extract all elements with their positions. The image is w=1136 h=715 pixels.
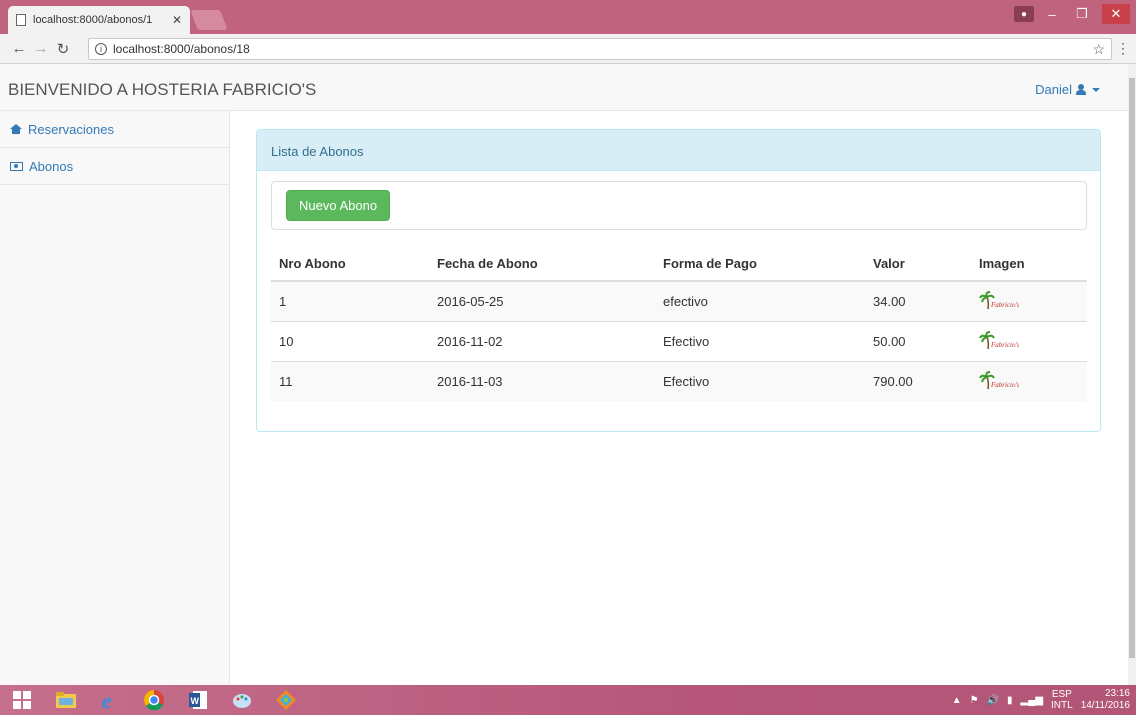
abonos-table: Nro Abono Fecha de Abono Forma de Pago V…: [271, 247, 1087, 401]
clock[interactable]: 23:16 14/11/2016: [1081, 688, 1130, 712]
cell-nro: 10: [271, 320, 429, 361]
page-scrollbar[interactable]: [1128, 64, 1136, 685]
cell-forma: Efectivo: [655, 360, 865, 401]
new-tab-button[interactable]: [190, 10, 228, 30]
abonos-panel: Lista de Abonos Nuevo Abono Nro Abono Fe…: [256, 129, 1101, 432]
cell-nro: 11: [271, 360, 429, 401]
scrollbar-thumb[interactable]: [1129, 78, 1135, 658]
cell-valor: 50.00: [865, 320, 971, 361]
minimize-icon[interactable]: –: [1038, 4, 1066, 24]
close-window-icon[interactable]: ✕: [1102, 4, 1130, 24]
file-explorer-icon[interactable]: [44, 685, 88, 715]
panel-title: Lista de Abonos: [257, 130, 1100, 171]
user-menu[interactable]: Daniel: [1035, 82, 1100, 97]
address-bar[interactable]: i localhost:8000/abonos/18 ☆: [88, 38, 1112, 60]
sidebar-item-label: Abonos: [29, 158, 74, 174]
svg-text:e: e: [102, 689, 112, 711]
cell-imagen: Fabricio's: [971, 320, 1087, 361]
table-header-row: Nro Abono Fecha de Abono Forma de Pago V…: [271, 247, 1087, 282]
clock-date: 14/11/2016: [1080, 700, 1130, 711]
bookmark-star-icon[interactable]: ☆: [1092, 41, 1105, 58]
caret-down-icon: [1092, 87, 1100, 92]
money-icon: [10, 161, 23, 171]
cell-valor: 34.00: [865, 280, 971, 321]
app-navbar: BIENVENIDO A HOSTERIA FABRICIO'S Daniel: [0, 64, 1128, 111]
internet-explorer-icon[interactable]: e: [88, 685, 132, 715]
app-icon[interactable]: [264, 685, 308, 715]
network-icon[interactable]: ▂▄▆: [1021, 695, 1043, 706]
svg-text:Fabricio's: Fabricio's: [990, 301, 1019, 309]
column-header: Valor: [865, 247, 971, 282]
svg-text:W: W: [191, 696, 200, 706]
browser-tabstrip: localhost:8000/abonos/1 ✕ ● – ❐ ✕: [0, 0, 1136, 34]
sidebar-item-reservaciones[interactable]: Reservaciones: [0, 111, 229, 148]
table-row: 11 2016-11-03 Efectivo 790.00 Fabricio's: [271, 360, 1087, 401]
cell-forma: Efectivo: [655, 320, 865, 361]
cell-forma: efectivo: [655, 280, 865, 321]
close-tab-icon[interactable]: ✕: [172, 13, 182, 27]
system-tray: ▲ ⚑ 🔊 ▮ ▂▄▆ ESP INTL 23:16 14/11/2016: [952, 687, 1130, 713]
windows-taskbar: e W ▲ ⚑ 🔊 ▮ ▂▄▆ ESP INTL 23:16 14/11/201…: [0, 685, 1136, 715]
forward-icon[interactable]: →: [30, 40, 52, 57]
volume-icon[interactable]: 🔊: [987, 695, 999, 706]
word-icon[interactable]: W: [176, 685, 220, 715]
windows-logo-icon: [13, 691, 31, 709]
profile-icon[interactable]: ●: [1014, 6, 1034, 22]
cell-valor: 790.00: [865, 360, 971, 401]
start-button[interactable]: [0, 685, 44, 715]
user-icon: [1076, 84, 1086, 95]
browser-menu-icon[interactable]: ⋮: [1116, 40, 1130, 57]
svg-text:Fabricio's: Fabricio's: [990, 381, 1019, 389]
app-brand[interactable]: BIENVENIDO A HOSTERIA FABRICIO'S: [8, 80, 316, 100]
column-header: Fecha de Abono: [429, 247, 655, 282]
cell-fecha: 2016-11-03: [429, 360, 655, 401]
language-code: ESP: [1051, 689, 1072, 700]
fabricios-logo-image[interactable]: Fabricio's: [979, 331, 1019, 351]
show-hidden-icons-icon[interactable]: ▲: [952, 695, 962, 706]
reload-icon[interactable]: ↻: [52, 40, 74, 58]
home-icon: [10, 124, 22, 134]
document-icon: [16, 14, 26, 26]
info-icon[interactable]: i: [95, 43, 107, 55]
user-name: Daniel: [1035, 82, 1072, 97]
sidebar-item-abonos[interactable]: Abonos: [0, 148, 229, 185]
nuevo-abono-button[interactable]: Nuevo Abono: [286, 190, 391, 221]
flag-icon[interactable]: ⚑: [970, 695, 979, 706]
column-header: Nro Abono: [271, 247, 429, 282]
cell-imagen: Fabricio's: [971, 280, 1087, 321]
actions-well: Nuevo Abono: [271, 181, 1087, 230]
keyboard-layout: INTL: [1051, 700, 1073, 711]
cell-fecha: 2016-11-02: [429, 320, 655, 361]
column-header: Imagen: [971, 247, 1087, 282]
sidebar-item-label: Reservaciones: [28, 121, 114, 137]
back-icon[interactable]: ←: [8, 40, 30, 57]
table-row: 1 2016-05-25 efectivo 34.00 Fabricio's: [271, 280, 1087, 321]
table-row: 10 2016-11-02 Efectivo 50.00 Fabricio's: [271, 320, 1087, 361]
paint-icon[interactable]: [220, 685, 264, 715]
cell-imagen: Fabricio's: [971, 360, 1087, 401]
clock-time: 23:16: [1104, 688, 1130, 699]
column-header: Forma de Pago: [655, 247, 865, 282]
fabricios-logo-image[interactable]: Fabricio's: [979, 371, 1019, 391]
chrome-icon[interactable]: [132, 685, 176, 715]
battery-icon[interactable]: ▮: [1007, 695, 1013, 706]
url-text: localhost:8000/abonos/18: [113, 42, 250, 56]
fabricios-logo-image[interactable]: Fabricio's: [979, 291, 1019, 311]
cell-nro: 1: [271, 280, 429, 321]
tab-title: localhost:8000/abonos/1: [33, 14, 153, 26]
svg-text:Fabricio's: Fabricio's: [990, 341, 1019, 349]
maximize-icon[interactable]: ❐: [1068, 4, 1096, 24]
browser-toolbar: ← → ↻ i localhost:8000/abonos/18 ☆ ⋮: [0, 34, 1136, 64]
cell-fecha: 2016-05-25: [429, 280, 655, 321]
browser-tab[interactable]: localhost:8000/abonos/1 ✕: [8, 6, 190, 34]
language-indicator[interactable]: ESP INTL: [1051, 689, 1073, 711]
sidebar: Reservaciones Abonos: [0, 111, 230, 685]
